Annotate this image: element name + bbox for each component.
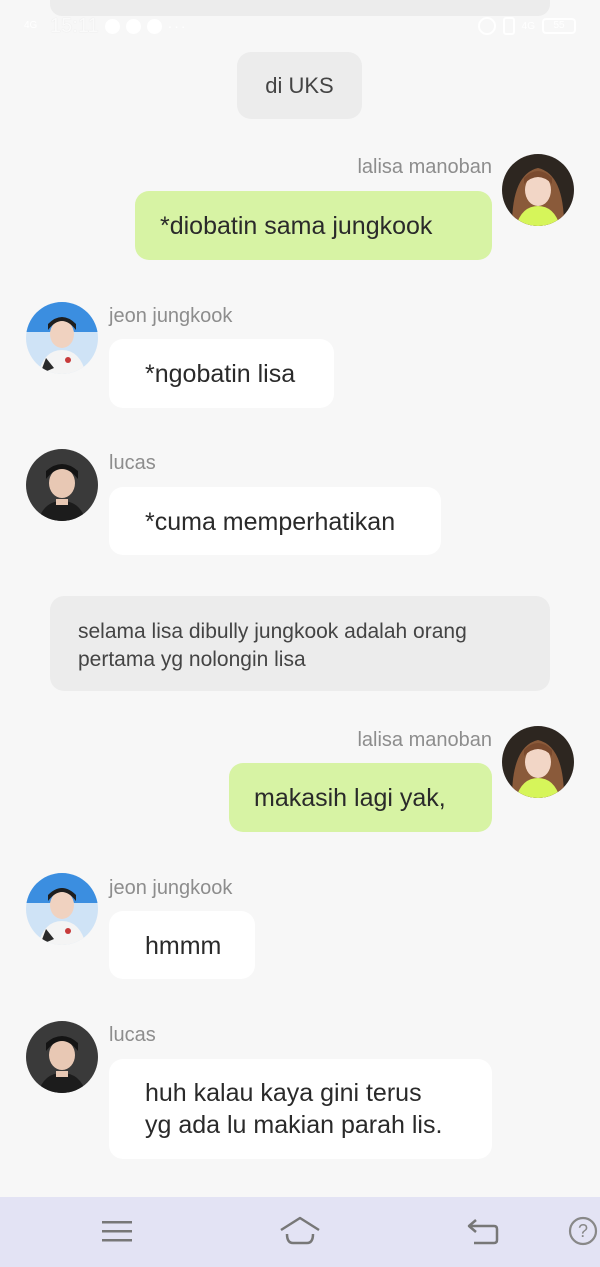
message-text: makasih lagi yak, xyxy=(254,784,446,812)
notification-icon xyxy=(104,18,120,34)
message-text: hmmm xyxy=(145,932,222,960)
sender-name: lalisa manoban xyxy=(357,729,492,751)
help-icon[interactable]: ? xyxy=(568,1216,598,1251)
message-bubble[interactable]: *ngobatin lisa xyxy=(109,339,334,408)
system-message-text: di UKS xyxy=(265,72,334,98)
message-bubble[interactable]: makasih lagi yak, xyxy=(229,763,492,832)
message-text-line: yg ada lu makian parah lis. xyxy=(145,1111,443,1139)
jungkook-avatar[interactable] xyxy=(26,302,98,374)
lisa-avatar[interactable] xyxy=(502,154,574,226)
lisa-avatar[interactable] xyxy=(502,726,574,798)
message-bubble[interactable]: *cuma memperhatikan xyxy=(109,487,441,555)
home-icon[interactable] xyxy=(279,1216,321,1251)
more-notifications-icon: ··· xyxy=(167,18,188,34)
message-text: *ngobatin lisa xyxy=(145,360,296,388)
network-type: 4G xyxy=(24,20,38,31)
message-bubble[interactable]: hmmm xyxy=(109,911,255,979)
system-message: di UKS xyxy=(237,52,362,119)
status-time: 15:11 xyxy=(50,14,99,37)
vibrate-icon xyxy=(502,17,515,35)
sender-name: lucas xyxy=(109,1024,156,1046)
message-bubble[interactable]: huh kalau kaya gini terus yg ada lu maki… xyxy=(109,1059,492,1159)
sender-name: jeon jungkook xyxy=(109,877,233,899)
sender-name: lalisa manoban xyxy=(357,156,492,178)
message-text: *diobatin sama jungkook xyxy=(160,212,433,240)
notification-icon xyxy=(146,18,162,34)
message-text: *cuma memperhatikan xyxy=(145,508,396,536)
message-text-line: huh kalau kaya gini terus xyxy=(145,1079,422,1107)
lucas-avatar[interactable] xyxy=(26,1021,98,1093)
system-message-line: pertama yg nolongin lisa xyxy=(78,648,306,671)
system-message: selama lisa dibully jungkook adalah oran… xyxy=(50,596,550,691)
sender-name: jeon jungkook xyxy=(109,305,233,327)
status-bar: 4G 15:11 ··· 4G 55 xyxy=(0,0,600,52)
navigation-bar: ? xyxy=(0,1197,600,1267)
jungkook-avatar[interactable] xyxy=(26,873,98,945)
message-bubble[interactable]: *diobatin sama jungkook xyxy=(135,191,492,260)
help-glyph: ? xyxy=(578,1221,588,1241)
chat-screen: 4G 15:11 ··· 4G 55 di UKS lalisa manoban… xyxy=(0,0,600,1267)
mobile-data-label: 4G xyxy=(521,20,535,32)
lucas-avatar[interactable] xyxy=(26,449,98,521)
menu-icon[interactable] xyxy=(101,1219,133,1250)
sender-name: lucas xyxy=(109,452,156,474)
notification-icon xyxy=(125,18,141,34)
battery-icon: 55 xyxy=(542,18,576,34)
system-message-line: selama lisa dibully jungkook adalah oran… xyxy=(78,620,467,643)
back-icon[interactable] xyxy=(466,1216,500,1251)
alarm-icon xyxy=(477,17,496,35)
